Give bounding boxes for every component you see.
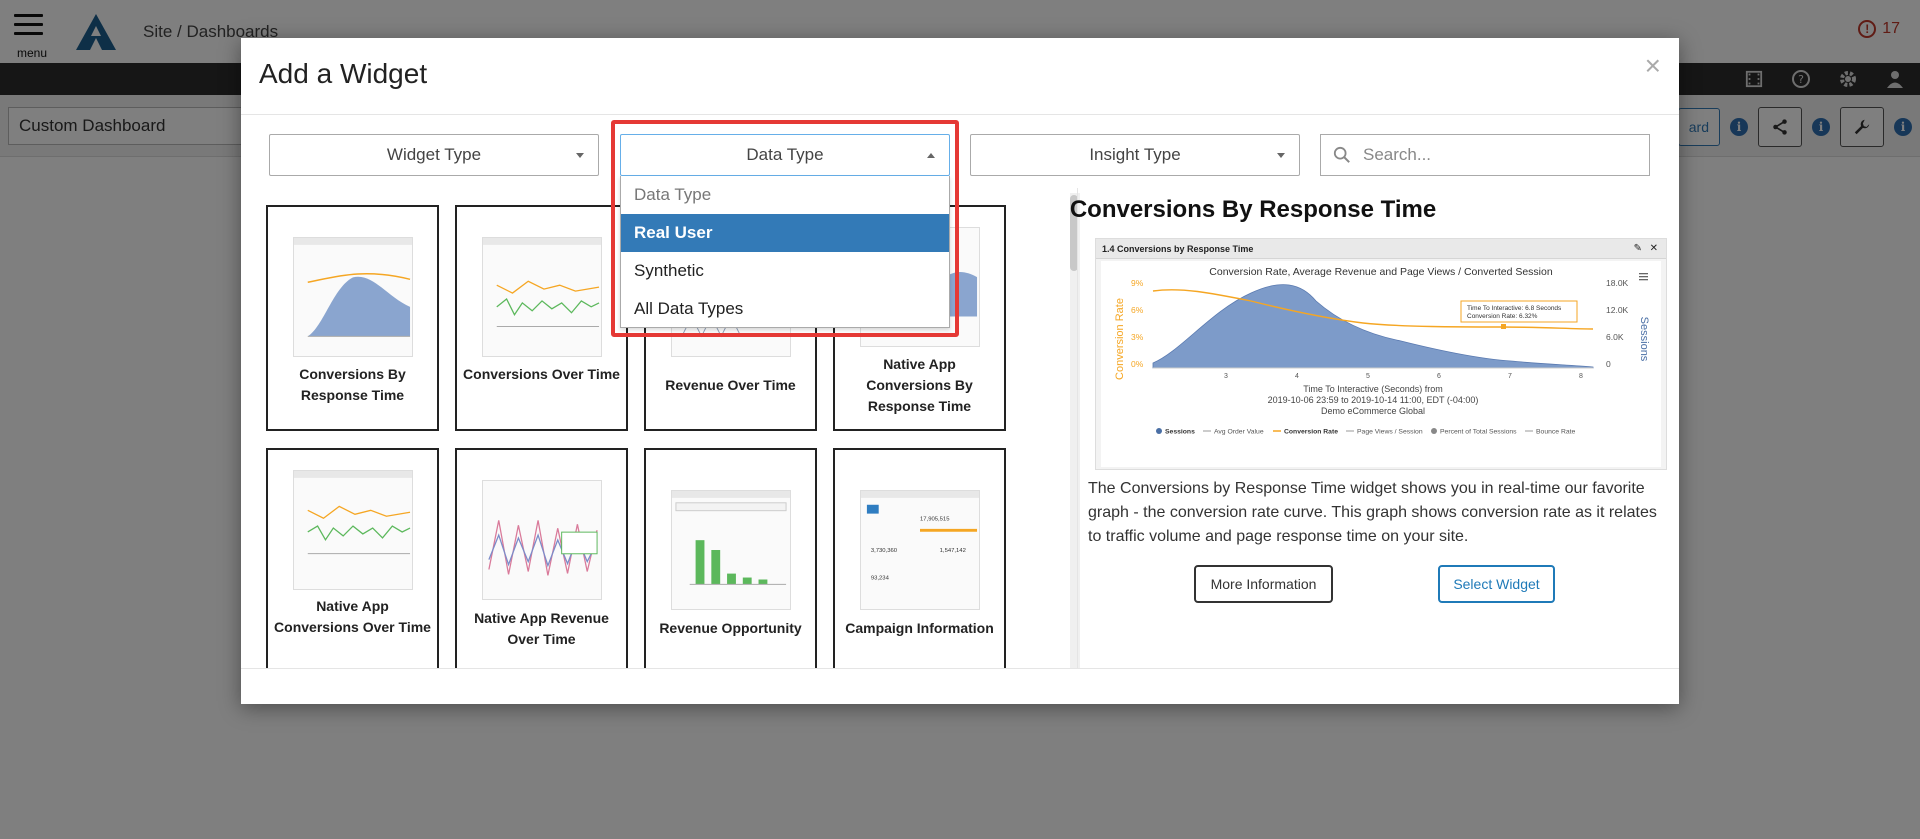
widget-thumbnail [671, 490, 791, 610]
widget-card-conversions-over-time[interactable]: Conversions Over Time [455, 205, 628, 431]
legend-sessions: Sessions [1165, 429, 1195, 436]
legend-percent-total: Percent of Total Sessions [1440, 429, 1517, 436]
x-tick: 8 [1579, 373, 1583, 380]
widget-type-select[interactable]: Widget Type [269, 134, 599, 176]
widget-label: Conversions By Response Time [299, 366, 406, 403]
hamburger-icon [1639, 273, 1648, 281]
insight-type-label: Insight Type [1089, 145, 1181, 164]
search-icon [1333, 146, 1350, 163]
search-input[interactable] [1363, 145, 1623, 165]
x-tick: 4 [1295, 373, 1299, 380]
x-axis-title: Time To Interactive (Seconds) from [1303, 384, 1443, 394]
widget-label: Conversions Over Time [463, 366, 620, 382]
widget-card-campaign-information[interactable]: 17,905,515 3,730,360 1,547,142 93,234 Campa… [833, 448, 1006, 668]
x-tick: 7 [1508, 373, 1512, 380]
preview-description: The Conversions by Response Time widget … [1088, 480, 1657, 545]
svg-text:93,234: 93,234 [871, 576, 890, 582]
chevron-down-icon [576, 153, 584, 158]
pane-divider [1077, 188, 1078, 668]
modal-footer [241, 668, 1679, 704]
y-left-label: Conversion Rate [1114, 298, 1126, 380]
preview-chart: Conversion Rate, Average Revenue and Pag… [1101, 261, 1661, 467]
data-type-select[interactable]: Data Type [620, 134, 950, 176]
widget-thumbnail [482, 480, 602, 600]
data-type-label: Data Type [746, 145, 824, 164]
preview-panel-header: 1.4 Conversions by Response Time ✎ ✕ [1096, 239, 1666, 259]
widget-type-label: Widget Type [386, 145, 482, 164]
x-axis-site: Demo eCommerce Global [1321, 406, 1425, 416]
legend-conversion-rate: Conversion Rate [1284, 429, 1338, 436]
widget-label: Revenue Over Time [665, 377, 796, 393]
x-axis-subtitle: 2019-10-06 23:59 to 2019-10-14 11:00, ED… [1268, 395, 1479, 405]
widget-label: Revenue Opportunity [659, 620, 802, 636]
y-right-tick: 18.0K [1606, 278, 1629, 288]
widget-thumbnail [482, 237, 602, 357]
svg-text:1,547,142: 1,547,142 [940, 548, 966, 554]
y-right-tick: 12.0K [1606, 305, 1629, 315]
select-widget-button[interactable]: Select Widget [1438, 565, 1555, 603]
y-right-tick: 6.0K [1606, 332, 1624, 342]
widget-card-native-app-revenue-over-time[interactable]: Native App Revenue Over Time [455, 448, 628, 668]
y-right-tick: 0 [1606, 359, 1611, 369]
y-right-label: Sessions [1638, 317, 1650, 362]
insight-type-select[interactable]: Insight Type [970, 134, 1300, 176]
data-type-dropdown: Data Type Real User Synthetic All Data T… [620, 176, 950, 328]
chevron-down-icon [1277, 153, 1285, 158]
widget-card-revenue-opportunity[interactable]: Revenue Opportunity [644, 448, 817, 668]
x-tick: 5 [1366, 373, 1370, 380]
dropdown-option-synthetic[interactable]: Synthetic [621, 252, 949, 290]
widget-card-conversions-by-response-time[interactable]: Conversions By Response Time [266, 205, 439, 431]
legend-bounce-rate: Bounce Rate [1536, 429, 1576, 436]
pencil-icon: ✎ [1633, 243, 1642, 254]
x-tick: 6 [1437, 373, 1441, 380]
preview-image: 1.4 Conversions by Response Time ✎ ✕ Con… [1095, 238, 1667, 470]
modal-header: Add a Widget × [241, 38, 1679, 115]
modal-title: Add a Widget [259, 58, 428, 89]
preview-chart-title: Conversion Rate, Average Revenue and Pag… [1209, 266, 1553, 278]
widget-label: Native App Conversions Over Time [274, 598, 431, 635]
widget-label: Native App Conversions By Response Time [866, 356, 973, 414]
y-left-tick: 9% [1131, 278, 1144, 288]
widget-label: Campaign Information [845, 620, 994, 636]
dropdown-option-real-user[interactable]: Real User [621, 214, 949, 252]
legend-avg-order-value: Avg Order Value [1214, 429, 1264, 436]
close-icon: ✕ [1649, 243, 1658, 254]
dropdown-option-all-data-types[interactable]: All Data Types [621, 290, 949, 328]
widget-thumbnail: 17,905,515 3,730,360 1,547,142 93,234 [860, 490, 980, 610]
svg-text:17,905,515: 17,905,515 [920, 517, 950, 523]
widget-label: Native App Revenue Over Time [474, 610, 609, 647]
widget-thumbnail [293, 237, 413, 357]
more-information-button[interactable]: More Information [1194, 565, 1333, 603]
dropdown-option-data-type[interactable]: Data Type [621, 176, 949, 214]
y-left-tick: 0% [1131, 359, 1144, 369]
y-left-tick: 6% [1131, 305, 1144, 315]
x-tick: 3 [1224, 373, 1228, 380]
legend-page-views: Page Views / Session [1357, 429, 1423, 436]
widget-thumbnail [293, 470, 413, 590]
preview-tooltip: Conversion Rate: 6.32% [1467, 313, 1538, 320]
chevron-up-icon [927, 153, 935, 158]
widget-card-native-app-conversions-over-time[interactable]: Native App Conversions Over Time [266, 448, 439, 668]
preview-title: Conversions By Response Time [1069, 196, 1437, 223]
preview-panel-title: 1.4 Conversions by Response Time [1102, 244, 1254, 254]
widget-search[interactable] [1320, 134, 1650, 176]
svg-text:3,730,360: 3,730,360 [871, 548, 898, 554]
y-left-tick: 3% [1131, 332, 1144, 342]
close-icon[interactable]: × [1645, 50, 1661, 82]
preview-tooltip: Time To Interactive: 6.8 Seconds [1467, 305, 1562, 312]
add-widget-modal: Add a Widget × Widget Type Data Type Ins… [241, 38, 1679, 704]
